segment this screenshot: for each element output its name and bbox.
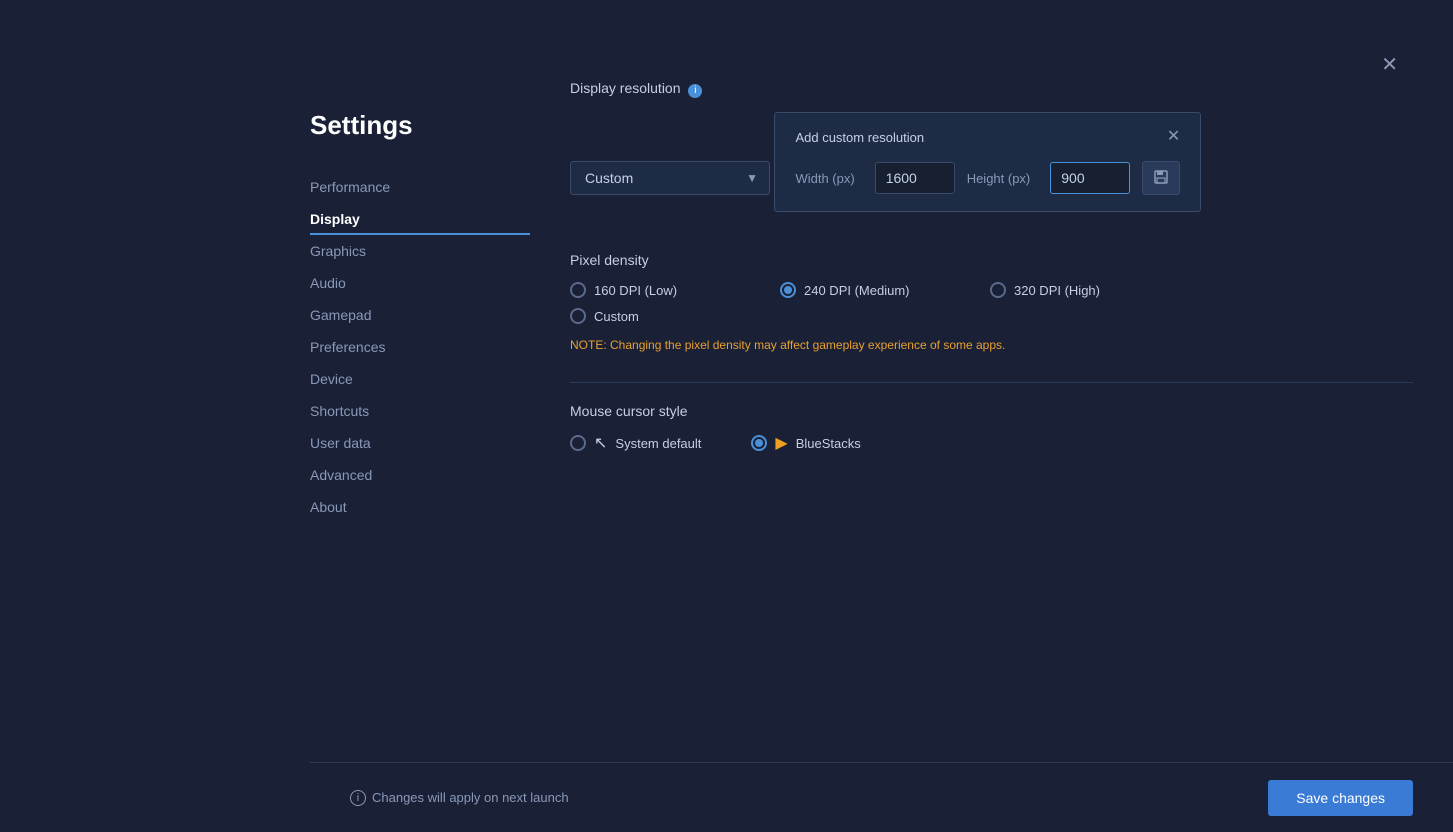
height-label: Height (px) — [967, 171, 1031, 186]
pixel-density-note: NOTE: Changing the pixel density may aff… — [570, 338, 1413, 352]
bluestacks-cursor-label: BlueStacks — [796, 436, 861, 451]
radio-custom-dpi-indicator — [570, 308, 586, 324]
footer-note-text: Changes will apply on next launch — [372, 790, 569, 805]
mouse-cursor-section: Mouse cursor style ↖ System default ▶ Bl… — [570, 403, 1413, 453]
content-area: Display resolution i Custom 1280x720 192… — [530, 80, 1453, 832]
custom-res-header: Add custom resolution ✕ — [795, 129, 1180, 145]
radio-160dpi-label: 160 DPI (Low) — [594, 283, 677, 298]
sidebar-item-about[interactable]: About — [310, 491, 530, 523]
height-input[interactable] — [1050, 162, 1130, 194]
custom-resolution-box: Add custom resolution ✕ Width (px) Heigh… — [774, 112, 1201, 212]
custom-res-inputs: Width (px) Height (px) — [795, 161, 1180, 195]
close-button[interactable]: ✕ — [1381, 55, 1398, 75]
save-changes-button[interactable]: Save changes — [1268, 780, 1413, 816]
pixel-density-row2: Custom — [570, 308, 1413, 324]
footer-info-icon: i — [350, 790, 366, 806]
system-cursor-icon: ↖ — [594, 433, 607, 453]
sidebar-item-userdata[interactable]: User data — [310, 427, 530, 459]
settings-container: Settings Performance Display Graphics Au… — [310, 80, 1453, 832]
radio-bluestacks-cursor-indicator — [751, 435, 767, 451]
radio-custom-dpi-label: Custom — [594, 309, 639, 324]
divider — [570, 382, 1413, 383]
width-input[interactable] — [875, 162, 955, 194]
display-resolution-info-icon[interactable]: i — [688, 84, 702, 98]
display-resolution-section: Display resolution i Custom 1280x720 192… — [570, 80, 1413, 242]
radio-160dpi-indicator — [570, 282, 586, 298]
radio-custom-dpi[interactable]: Custom — [570, 308, 750, 324]
sidebar: Settings Performance Display Graphics Au… — [310, 80, 530, 832]
radio-240dpi[interactable]: 240 DPI (Medium) — [780, 282, 960, 298]
sidebar-item-advanced[interactable]: Advanced — [310, 459, 530, 491]
sidebar-item-device[interactable]: Device — [310, 363, 530, 395]
settings-title: Settings — [310, 110, 530, 141]
resolution-dropdown-wrapper: Custom 1280x720 1920x1080 2560x1440 ▼ — [570, 161, 770, 195]
footer-bar: i Changes will apply on next launch Save… — [310, 762, 1453, 832]
sidebar-item-performance[interactable]: Performance — [310, 171, 530, 203]
sidebar-item-shortcuts[interactable]: Shortcuts — [310, 395, 530, 427]
cursor-bluestacks-option[interactable]: ▶ BlueStacks — [751, 433, 860, 453]
sidebar-nav: Performance Display Graphics Audio Gamep… — [310, 171, 530, 523]
pixel-density-section: Pixel density 160 DPI (Low) 240 DPI (Med… — [570, 252, 1413, 352]
system-cursor-label: System default — [615, 436, 701, 451]
bluestacks-cursor-icon: ▶ — [775, 433, 787, 453]
footer-note: i Changes will apply on next launch — [350, 790, 569, 806]
sidebar-item-preferences[interactable]: Preferences — [310, 331, 530, 363]
cursor-options-row: ↖ System default ▶ BlueStacks — [570, 433, 1413, 453]
radio-320dpi[interactable]: 320 DPI (High) — [990, 282, 1170, 298]
custom-res-close-button[interactable]: ✕ — [1167, 129, 1180, 145]
sidebar-item-audio[interactable]: Audio — [310, 267, 530, 299]
sidebar-item-graphics[interactable]: Graphics — [310, 235, 530, 267]
resolution-dropdown[interactable]: Custom 1280x720 1920x1080 2560x1440 — [570, 161, 770, 195]
radio-320dpi-indicator — [990, 282, 1006, 298]
pixel-density-label: Pixel density — [570, 252, 1413, 268]
cursor-system-option[interactable]: ↖ System default — [570, 433, 701, 453]
pixel-density-row1: 160 DPI (Low) 240 DPI (Medium) 320 DPI (… — [570, 282, 1413, 298]
mouse-cursor-label: Mouse cursor style — [570, 403, 1413, 419]
radio-160dpi[interactable]: 160 DPI (Low) — [570, 282, 750, 298]
radio-320dpi-label: 320 DPI (High) — [1014, 283, 1100, 298]
radio-system-cursor-indicator — [570, 435, 586, 451]
save-resolution-button[interactable] — [1142, 161, 1180, 195]
sidebar-item-display[interactable]: Display — [310, 203, 530, 235]
display-resolution-label: Display resolution i — [570, 80, 1413, 98]
width-label: Width (px) — [795, 171, 854, 186]
radio-240dpi-label: 240 DPI (Medium) — [804, 283, 909, 298]
custom-res-title: Add custom resolution — [795, 130, 924, 145]
sidebar-item-gamepad[interactable]: Gamepad — [310, 299, 530, 331]
radio-240dpi-indicator — [780, 282, 796, 298]
